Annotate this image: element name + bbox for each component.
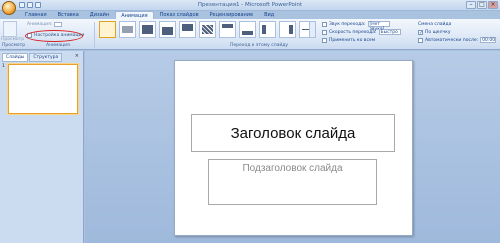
ribbon-tabs: Главная Вставка Дизайн Анимация Показ сл…	[20, 11, 279, 19]
apply-all-label: Применить ко всем	[329, 37, 376, 43]
on-click-row: ✓ По щелчку	[418, 28, 498, 36]
auto-advance-checkbox[interactable]	[418, 37, 423, 43]
transition-fade-thumb[interactable]	[119, 21, 136, 38]
auto-advance-label: Автоматически после:	[425, 37, 479, 43]
tab-design[interactable]: Дизайн	[85, 11, 114, 19]
tab-review[interactable]: Рецензирование	[205, 11, 259, 19]
transition-fade-black-thumb[interactable]	[139, 21, 156, 38]
highlight-oval	[25, 30, 83, 42]
advance-label: Смена слайда	[418, 21, 452, 27]
transition-wipe-left-thumb[interactable]	[279, 21, 296, 38]
animate-label: Анимация:	[27, 22, 53, 27]
slides-pane: Слайды Структура × 1	[0, 51, 84, 243]
transition-dissolve-thumb[interactable]	[199, 21, 216, 38]
ribbon: Просмотр Просмотр Анимация: Настройка ан…	[0, 19, 500, 50]
subtitle-placeholder[interactable]: Подзаголовок слайда	[208, 159, 377, 205]
slide[interactable]: Заголовок слайда Подзаголовок слайда	[174, 60, 413, 236]
auto-advance-row: Автоматически после: 00:00	[418, 36, 498, 44]
animation-group-label: Анимация	[46, 43, 70, 48]
transition-cut-thumb[interactable]	[159, 21, 176, 38]
sound-select[interactable]: [Нет звука]	[367, 21, 390, 32]
pane-close-icon[interactable]: ×	[75, 53, 79, 59]
slide-thumbnail[interactable]	[8, 64, 78, 114]
apply-all-icon	[322, 37, 327, 43]
apply-all-button[interactable]: Применить ко всем	[322, 36, 412, 44]
group-separator	[94, 22, 95, 48]
window-controls: – □ ×	[466, 1, 498, 9]
tab-home[interactable]: Главная	[20, 11, 52, 19]
transition-gallery	[99, 21, 316, 38]
title-bar: Презентация1 - Microsoft PowerPoint – □ …	[0, 0, 500, 11]
transition-wipe-right-thumb[interactable]	[259, 21, 276, 38]
maximize-icon[interactable]: □	[477, 1, 487, 9]
preview-group-label: Просмотр	[2, 43, 26, 48]
window-title: Презентация1 - Microsoft PowerPoint	[197, 2, 303, 8]
speed-row: Скорость перехода: Быстро	[322, 28, 412, 36]
transition-none-thumb[interactable]	[99, 21, 116, 38]
sound-row: Звук перехода: [Нет звука]	[322, 20, 412, 32]
on-click-label: По щелчку	[425, 29, 451, 35]
tab-insert[interactable]: Вставка	[53, 11, 84, 19]
pane-tabs: Слайды Структура	[2, 53, 63, 62]
sound-icon	[322, 21, 327, 27]
tab-outline[interactable]: Структура	[29, 53, 63, 62]
transition-wipe-up-thumb[interactable]	[239, 21, 256, 38]
slide-number: 1	[2, 64, 5, 69]
title-placeholder[interactable]: Заголовок слайда	[191, 114, 395, 152]
tab-slides[interactable]: Слайды	[2, 53, 29, 62]
office-button[interactable]	[2, 1, 16, 15]
gallery-scroll[interactable]	[309, 21, 316, 38]
transition-cut-black-thumb[interactable]	[179, 21, 196, 38]
preview-button[interactable]	[3, 21, 17, 37]
transition-wipe-down-thumb[interactable]	[219, 21, 236, 38]
transitions-group-label: Переход к этому слайду	[230, 43, 289, 48]
animate-row: Анимация:	[27, 22, 63, 27]
on-click-checkbox[interactable]: ✓	[418, 29, 423, 35]
animate-dropdown[interactable]	[54, 22, 63, 27]
tab-view[interactable]: Вид	[259, 11, 279, 19]
close-icon[interactable]: ×	[488, 1, 498, 9]
tab-animations[interactable]: Анимация	[115, 11, 154, 19]
sound-label: Звук перехода:	[329, 21, 366, 27]
speed-icon	[322, 29, 327, 35]
speed-select[interactable]: Быстро	[378, 29, 401, 35]
tab-slide-show[interactable]: Показ слайдов	[155, 11, 204, 19]
preview-label: Просмотр	[1, 37, 25, 42]
auto-advance-time[interactable]: 00:00	[480, 37, 497, 43]
minimize-icon[interactable]: –	[466, 1, 476, 9]
speed-label: Скорость перехода:	[329, 29, 377, 35]
